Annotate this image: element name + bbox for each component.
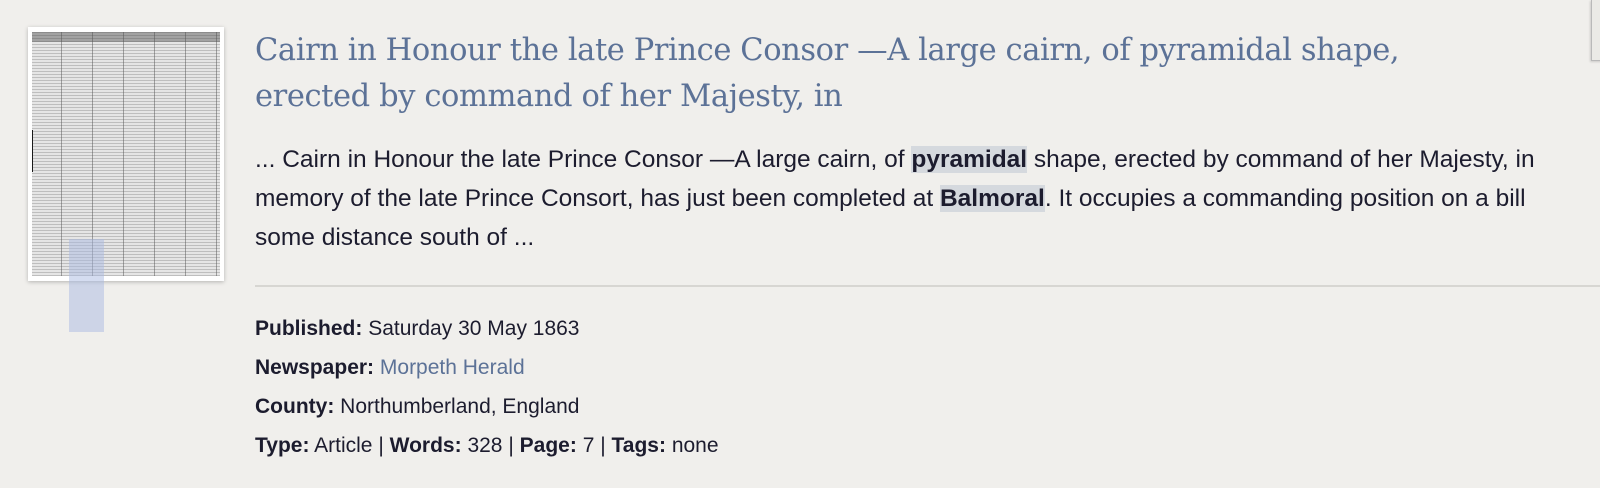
words-label: Words: <box>389 434 462 457</box>
meta-newspaper: Newspaper: Morpeth Herald <box>255 348 1595 387</box>
result-snippet: ... Cairn in Honour the late Prince Cons… <box>255 140 1585 257</box>
published-label: Published: <box>255 317 363 340</box>
divider <box>255 285 1600 287</box>
type-label: Type: <box>255 434 310 457</box>
county-label: County: <box>255 395 335 418</box>
newspaper-link[interactable]: Morpeth Herald <box>380 356 525 379</box>
snippet-highlight: Balmoral <box>939 185 1045 212</box>
snippet-highlight: pyramidal <box>911 146 1028 173</box>
tags-value: none <box>671 434 719 457</box>
result-metadata: Published: Saturday 30 May 1863 Newspape… <box>255 309 1595 465</box>
tags-label: Tags: <box>611 434 666 457</box>
article-location-marker <box>69 239 104 332</box>
result-title-link[interactable]: Cairn in Honour the late Prince Consor —… <box>255 28 1505 120</box>
newspaper-label: Newspaper: <box>255 356 375 379</box>
words-value: 328 <box>467 434 503 457</box>
meta-published: Published: Saturday 30 May 1863 <box>255 309 1595 348</box>
page-label: Page: <box>519 434 577 457</box>
type-value: Article <box>314 434 373 457</box>
published-value: Saturday 30 May 1863 <box>368 317 580 340</box>
separator: | <box>378 434 384 457</box>
newspaper-thumbnail[interactable] <box>28 27 224 281</box>
separator: | <box>600 434 606 457</box>
separator: | <box>508 434 514 457</box>
newspaper-page-image <box>32 32 220 276</box>
search-result: Cairn in Honour the late Prince Consor —… <box>255 28 1600 465</box>
meta-county: County: Northumberland, England <box>255 387 1595 426</box>
page-value: 7 <box>582 434 595 457</box>
meta-details: Type: Article | Words: 328 | Page: 7 | T… <box>255 426 1595 465</box>
county-value: Northumberland, England <box>340 395 580 418</box>
snippet-text: ... Cairn in Honour the late Prince Cons… <box>255 146 912 173</box>
